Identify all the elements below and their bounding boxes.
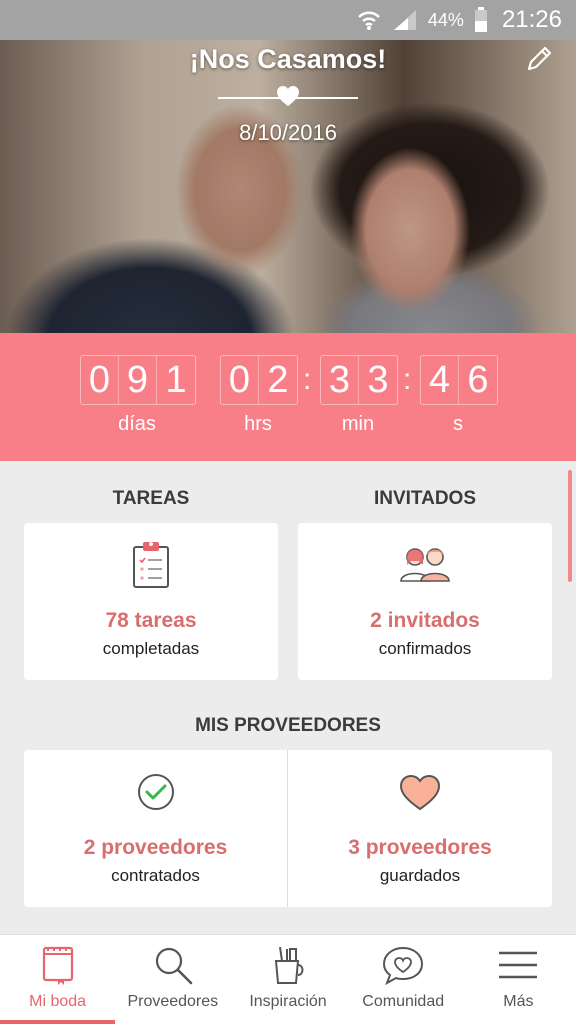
digit: 3 bbox=[367, 358, 389, 401]
signal-icon bbox=[393, 10, 416, 30]
digit: 3 bbox=[321, 356, 359, 404]
clipboard-checklist-icon bbox=[133, 542, 169, 588]
digit: 4 bbox=[421, 356, 459, 404]
invitados-sub: confirmados bbox=[378, 639, 472, 658]
notebook-icon bbox=[42, 946, 73, 985]
edit-pencil-icon[interactable] bbox=[524, 44, 554, 74]
battery-percentage: 44% bbox=[427, 9, 464, 30]
proveedores-card: 2 proveedores contratados 3 proveedores … bbox=[24, 750, 552, 907]
scroll-indicator[interactable] bbox=[568, 470, 572, 582]
days-label: días bbox=[118, 413, 156, 435]
separator-colon: : bbox=[303, 363, 312, 396]
nav-mi-boda[interactable]: Mi boda bbox=[0, 935, 116, 1024]
digit: 2 bbox=[267, 358, 289, 401]
countdown-panel: 0 9 1 0 2 : 3 3 : 4 6 días hrs min s bbox=[0, 333, 576, 461]
nav-label: Más bbox=[503, 993, 534, 1010]
nav-comunidad[interactable]: Comunidad bbox=[346, 935, 461, 1024]
hours-counter: 0 2 bbox=[220, 355, 298, 405]
pencil-cup-icon bbox=[274, 946, 304, 984]
nav-label: Inspiración bbox=[249, 993, 327, 1010]
invitados-card[interactable]: 2 invitados confirmados bbox=[298, 523, 552, 680]
tareas-title: TAREAS bbox=[112, 488, 190, 509]
proveedores-title: MIS PROVEEDORES bbox=[195, 715, 381, 736]
guardados-sub: guardados bbox=[379, 866, 461, 885]
hero-photo: ¡Nos Casamos! 8/10/2016 bbox=[0, 40, 576, 333]
digit: 6 bbox=[467, 358, 489, 401]
nav-label: Proveedores bbox=[127, 993, 219, 1010]
chat-heart-icon bbox=[383, 946, 424, 985]
invitados-count: 2 invitados bbox=[370, 609, 480, 632]
proveedores-contratados[interactable]: 2 proveedores contratados bbox=[24, 750, 287, 907]
check-circle-icon bbox=[137, 774, 174, 810]
invitados-title: INVITADOS bbox=[373, 488, 477, 509]
search-icon bbox=[155, 947, 193, 985]
digit: 1 bbox=[165, 358, 187, 401]
contratados-count: 2 proveedores bbox=[83, 836, 228, 859]
tareas-count: 78 tareas bbox=[105, 609, 197, 632]
status-bar: 44% 21:26 bbox=[0, 0, 576, 40]
guests-icon bbox=[400, 548, 450, 582]
heart-icon bbox=[277, 86, 299, 106]
tareas-card[interactable]: 78 tareas completadas bbox=[24, 523, 278, 680]
proveedores-guardados[interactable]: 3 proveedores guardados bbox=[288, 750, 552, 907]
hours-label: hrs bbox=[244, 413, 272, 435]
battery-icon bbox=[474, 7, 487, 32]
clock: 21:26 bbox=[501, 6, 562, 33]
hero-title: ¡Nos Casamos! bbox=[189, 44, 387, 74]
hero-overlay bbox=[0, 40, 576, 333]
seconds-label: s bbox=[453, 413, 463, 435]
bottom-nav: Mi boda Proveedores Inspiración Comunida… bbox=[0, 934, 576, 1024]
wifi-icon bbox=[358, 11, 380, 30]
digit: 9 bbox=[119, 356, 157, 404]
digit: 0 bbox=[221, 356, 259, 404]
nav-inspiracion[interactable]: Inspiración bbox=[230, 935, 345, 1024]
nav-mas[interactable]: Más bbox=[461, 935, 576, 1024]
days-counter: 0 9 1 bbox=[80, 355, 196, 405]
guardados-count: 3 proveedores bbox=[348, 836, 492, 859]
tareas-sub: completadas bbox=[102, 639, 200, 658]
wedding-date: 8/10/2016 bbox=[239, 120, 337, 145]
minutes-label: min bbox=[341, 413, 375, 435]
nav-proveedores[interactable]: Proveedores bbox=[115, 935, 230, 1024]
separator-colon: : bbox=[403, 363, 412, 396]
seconds-counter: 4 6 bbox=[420, 355, 498, 405]
contratados-sub: contratados bbox=[111, 866, 200, 885]
digit: 0 bbox=[81, 356, 119, 404]
nav-label: Comunidad bbox=[362, 993, 445, 1010]
heart-icon bbox=[399, 774, 441, 811]
menu-icon bbox=[499, 951, 538, 979]
nav-label: Mi boda bbox=[29, 993, 87, 1010]
minutes-counter: 3 3 bbox=[320, 355, 398, 405]
